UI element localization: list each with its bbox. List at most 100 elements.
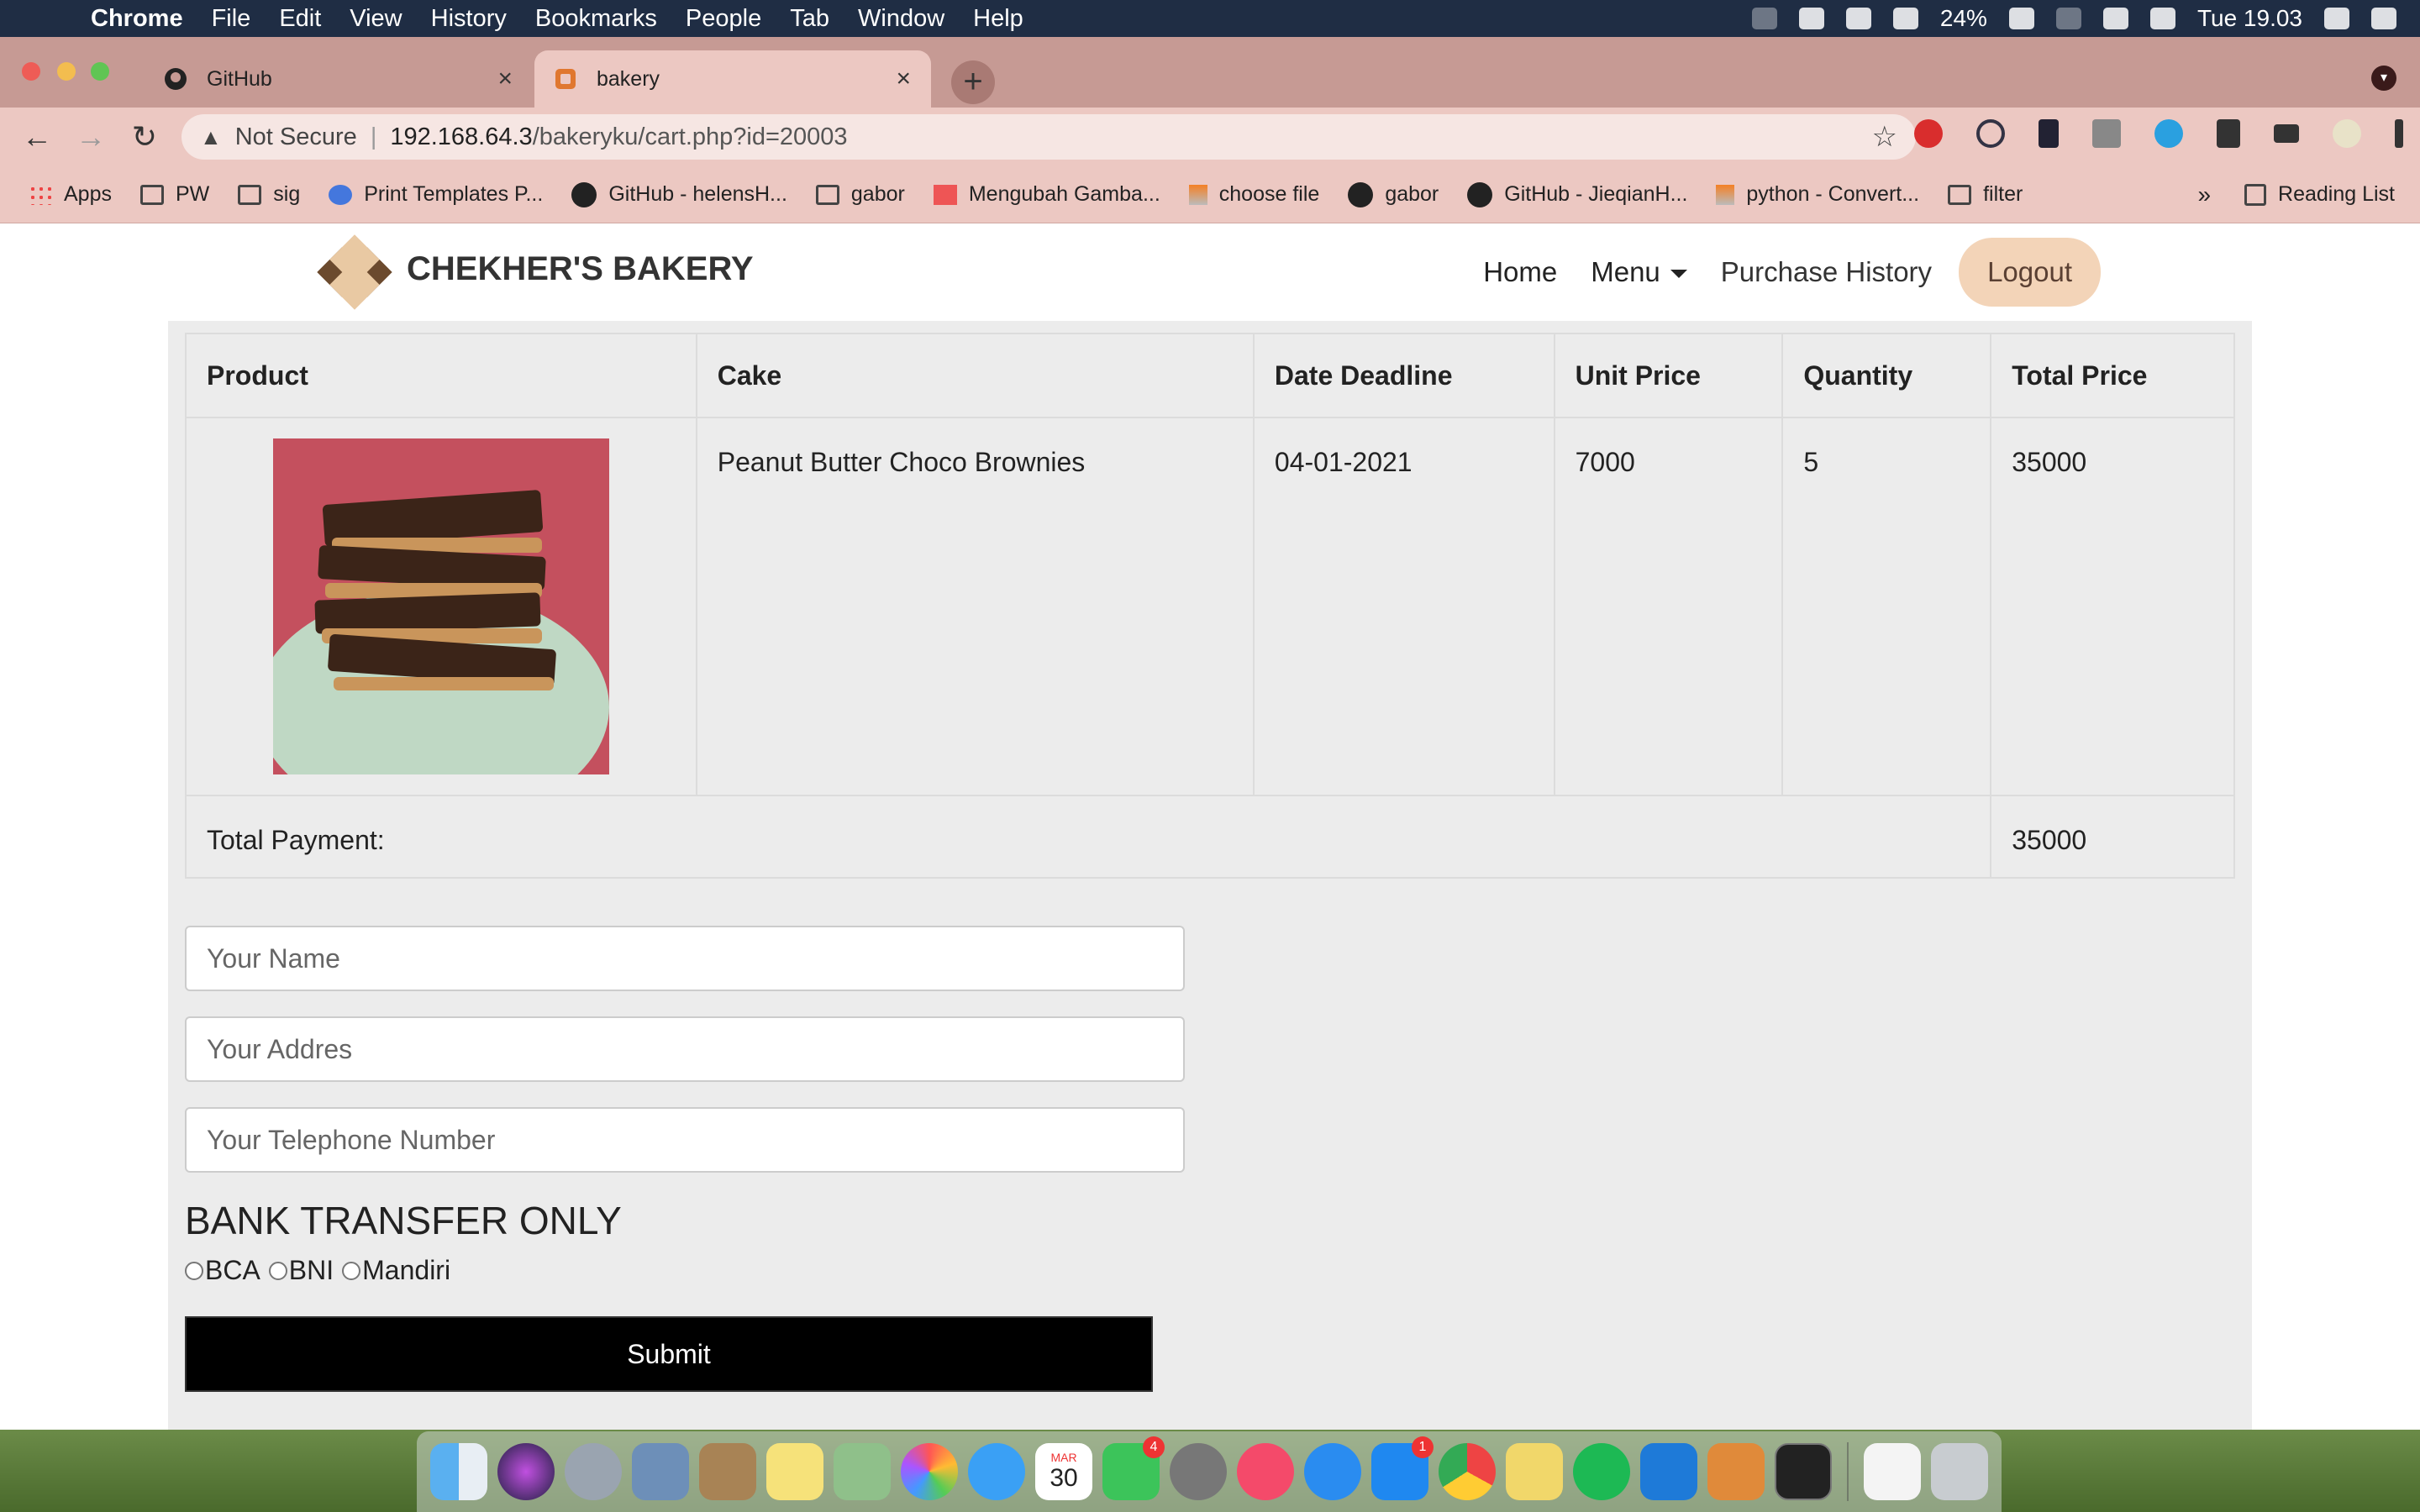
radio-bca[interactable]	[185, 1261, 203, 1280]
system-preferences-icon[interactable]	[1170, 1443, 1227, 1500]
window-minimize-icon[interactable]	[57, 62, 76, 81]
reload-icon[interactable]: ↻	[128, 119, 161, 155]
bookmark-star-icon[interactable]: ☆	[1872, 120, 1897, 154]
launchpad-icon[interactable]	[565, 1443, 622, 1500]
stickies-icon[interactable]	[1506, 1443, 1563, 1500]
creative-cloud-icon[interactable]	[1751, 8, 1777, 29]
extensions-puzzle-icon[interactable]	[2217, 119, 2240, 148]
profile-avatar[interactable]	[2333, 119, 2361, 148]
tab-close-icon[interactable]: ×	[896, 65, 911, 93]
bookmark-mengubah-gambar[interactable]: Mengubah Gamba...	[933, 182, 1160, 207]
bookmark-apps[interactable]: Apps	[29, 182, 112, 207]
bookmark-github-helens[interactable]: GitHub - helensH...	[571, 181, 787, 207]
reading-list-button[interactable]: Reading List	[2244, 182, 2395, 207]
radio-label-bca[interactable]: BCA	[205, 1255, 260, 1286]
bluetooth-icon[interactable]	[2055, 8, 2081, 29]
teamviewer-icon[interactable]	[1892, 8, 1918, 29]
logout-button[interactable]: Logout	[1959, 238, 2101, 307]
bookmark-filter[interactable]: filter	[1948, 182, 2023, 207]
notes-icon[interactable]	[766, 1443, 823, 1500]
menu-help[interactable]: Help	[973, 5, 1023, 33]
xampp-icon[interactable]	[1707, 1443, 1765, 1500]
menu-edit[interactable]: Edit	[279, 5, 321, 33]
radio-mandiri[interactable]	[342, 1261, 361, 1280]
adblock-plus-icon[interactable]	[1914, 119, 1943, 148]
menu-app-name[interactable]: Chrome	[91, 5, 183, 33]
cloud-sync-icon[interactable]	[1845, 8, 1871, 29]
bookmark-python-convert[interactable]: python - Convert...	[1716, 182, 1919, 207]
siri-icon[interactable]	[2324, 8, 2349, 29]
menu-tab[interactable]: Tab	[790, 5, 829, 33]
phone-field[interactable]	[185, 1107, 1185, 1173]
teamviewer-icon[interactable]	[1640, 1443, 1697, 1500]
document-icon[interactable]	[1864, 1443, 1921, 1500]
radio-label-mandiri[interactable]: Mandiri	[362, 1255, 450, 1286]
security-status[interactable]: Not Secure	[235, 123, 357, 151]
site-brand[interactable]: CHEKHER'S BAKERY	[407, 250, 754, 288]
forward-arrow-icon[interactable]: →	[74, 119, 108, 155]
itunes-icon[interactable]	[1237, 1443, 1294, 1500]
spotify-icon[interactable]	[1573, 1443, 1630, 1500]
new-tab-button[interactable]: +	[951, 60, 995, 104]
address-bar[interactable]: ▲ Not Secure | 192.168.64.3/bakeryku/car…	[182, 114, 1916, 160]
radio-label-bni[interactable]: BNI	[289, 1255, 334, 1286]
warning-triangle-icon[interactable]: ▲	[200, 124, 222, 150]
menu-bookmarks[interactable]: Bookmarks	[535, 5, 657, 33]
tab-bakery[interactable]: bakery ×	[534, 50, 931, 108]
bookmark-gabor-folder[interactable]: gabor	[815, 182, 905, 207]
bookmark-print-templates[interactable]: Print Templates P...	[329, 182, 543, 207]
menu-file[interactable]: File	[212, 5, 251, 33]
screenshot-extension-icon[interactable]	[2092, 119, 2121, 148]
siri-icon[interactable]	[497, 1443, 555, 1500]
submit-button[interactable]: Submit	[185, 1316, 1153, 1392]
tab-close-icon[interactable]: ×	[497, 65, 513, 93]
battery-icon[interactable]	[2008, 8, 2034, 29]
blocker-icon[interactable]	[1976, 119, 2005, 148]
safari-icon[interactable]	[1304, 1443, 1361, 1500]
calendar-icon[interactable]: MAR 30	[1035, 1443, 1092, 1500]
menu-history[interactable]: History	[431, 5, 507, 33]
preview-icon[interactable]	[632, 1443, 689, 1500]
menu-view[interactable]: View	[350, 5, 402, 33]
url-text[interactable]: 192.168.64.3/bakeryku/cart.php?id=20003	[390, 123, 847, 151]
tab-github[interactable]: GitHub ×	[145, 50, 533, 108]
bookmark-sig[interactable]: sig	[238, 182, 300, 207]
more-vertical-icon[interactable]	[2395, 119, 2403, 148]
window-close-icon[interactable]	[22, 62, 40, 81]
nav-purchase-history-link[interactable]: Purchase History	[1721, 256, 1932, 288]
finder-icon[interactable]	[430, 1443, 487, 1500]
photos-icon[interactable]	[901, 1443, 958, 1500]
keyboard-input-icon[interactable]	[2149, 8, 2175, 29]
back-arrow-icon[interactable]: ←	[20, 119, 54, 155]
address-field[interactable]	[185, 1016, 1185, 1082]
maps-icon[interactable]	[834, 1443, 891, 1500]
media-queue-icon[interactable]	[2274, 124, 2299, 143]
dropbox-icon[interactable]	[1798, 8, 1824, 29]
nav-menu-dropdown[interactable]: Menu	[1591, 256, 1687, 288]
menu-people[interactable]: People	[686, 5, 761, 33]
nav-home-link[interactable]: Home	[1483, 256, 1557, 288]
messages-icon[interactable]	[968, 1443, 1025, 1500]
chrome-icon[interactable]	[1439, 1443, 1496, 1500]
bookmarks-overflow-button[interactable]: »	[2197, 181, 2211, 208]
bookmark-gabor-github[interactable]: gabor	[1348, 181, 1439, 207]
name-field[interactable]	[185, 926, 1185, 991]
wifi-icon[interactable]	[2102, 8, 2128, 29]
bookmark-choose-file[interactable]: choose file	[1188, 182, 1319, 207]
radio-bni[interactable]	[268, 1261, 287, 1280]
menubar-clock[interactable]: Tue 19.03	[2197, 5, 2302, 32]
cursor-extension-icon[interactable]	[2039, 119, 2059, 148]
activity-monitor-icon[interactable]	[1775, 1443, 1832, 1500]
bakery-logo-icon[interactable]	[317, 234, 392, 310]
grammarly-icon[interactable]	[2154, 119, 2183, 148]
app-store-icon[interactable]: 1	[1371, 1436, 1434, 1500]
bookmark-github-jieqian[interactable]: GitHub - JieqianH...	[1467, 181, 1687, 207]
contacts-icon[interactable]	[699, 1443, 756, 1500]
window-zoom-icon[interactable]	[91, 62, 109, 81]
trash-icon[interactable]	[1931, 1443, 1988, 1500]
facetime-icon[interactable]: 4	[1102, 1436, 1165, 1500]
bookmark-pw[interactable]: PW	[139, 182, 209, 207]
tab-search-icon[interactable]: ▾	[2371, 66, 2396, 91]
control-center-icon[interactable]	[2371, 8, 2396, 29]
menu-window[interactable]: Window	[858, 5, 944, 33]
